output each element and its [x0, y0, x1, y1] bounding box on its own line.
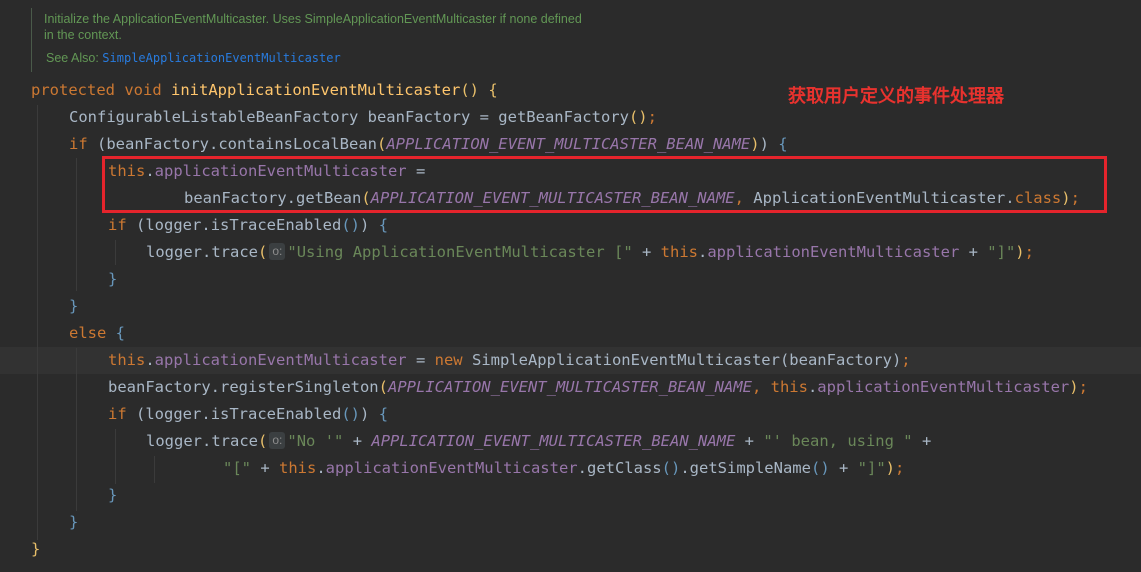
method-call: getSimpleName — [689, 459, 811, 477]
see-also-label: See Also: — [46, 51, 103, 65]
annotation-text: 获取用户定义的事件处理器 — [788, 86, 1004, 107]
doc-gutter-bar — [31, 8, 32, 72]
doc-comment-line-2: in the context. — [44, 28, 122, 42]
indent-guide — [154, 456, 155, 483]
variable: logger — [146, 432, 202, 450]
keyword: new — [434, 351, 463, 369]
method-call: getBeanFactory — [498, 108, 629, 126]
keyword: this — [770, 378, 808, 396]
string-literal: "]" — [987, 243, 1016, 261]
keyword: void — [124, 81, 162, 99]
indent-guide — [76, 348, 77, 511]
doc-see-also: See Also: SimpleApplicationEventMulticas… — [46, 51, 341, 65]
method-call: isTraceEnabled — [210, 216, 342, 234]
keyword: protected — [31, 81, 115, 99]
code-line-bean-factory[interactable]: ConfigurableListableBeanFactory beanFact… — [69, 104, 657, 131]
field: applicationEventMulticaster — [707, 243, 960, 261]
type-name: SimpleApplicationEventMulticaster — [471, 351, 780, 369]
parameter-hint: o: — [269, 243, 286, 260]
field: applicationEventMulticaster — [154, 351, 407, 369]
code-line-if-trace[interactable]: if (logger.isTraceEnabled()) { — [108, 401, 388, 428]
code-line-if-contains[interactable]: if (beanFactory.containsLocalBean(APPLIC… — [69, 131, 788, 158]
code-line-close-brace[interactable]: } — [108, 482, 117, 509]
method-call: isTraceEnabled — [210, 405, 342, 423]
code-line-else[interactable]: else { — [69, 320, 125, 347]
indent-guide — [76, 158, 77, 291]
indent-guide — [37, 105, 38, 540]
constant: APPLICATION_EVENT_MULTICASTER_BEAN_NAME — [371, 432, 736, 450]
field: applicationEventMulticaster — [817, 378, 1070, 396]
method-call: containsLocalBean — [218, 135, 377, 153]
code-line-close-brace[interactable]: } — [31, 536, 40, 563]
keyword: this — [660, 243, 698, 261]
variable: beanFactory — [789, 351, 892, 369]
code-line-if-trace[interactable]: if (logger.isTraceEnabled()) { — [108, 212, 388, 239]
string-literal: "[" — [223, 459, 251, 477]
code-line-logger-trace-no[interactable]: logger.trace(o: "No '" + APPLICATION_EVEN… — [146, 428, 931, 455]
keyword: if — [108, 405, 127, 423]
variable: beanFactory — [367, 108, 471, 126]
method-call: registerSingleton — [220, 378, 379, 396]
constant: APPLICATION_EVENT_MULTICASTER_BEAN_NAME — [387, 378, 752, 396]
keyword: this — [279, 459, 317, 477]
constant: APPLICATION_EVENT_MULTICASTER_BEAN_NAME — [386, 135, 751, 153]
code-line-logger-trace[interactable]: logger.trace(o: "Using ApplicationEventMu… — [146, 239, 1034, 266]
variable: logger — [145, 216, 202, 234]
method-call: trace — [211, 243, 259, 261]
code-line-register-singleton[interactable]: beanFactory.registerSingleton(APPLICATIO… — [108, 374, 1088, 401]
string-literal: "No '" — [287, 432, 344, 450]
code-line-close-brace[interactable]: } — [69, 293, 78, 320]
code-line-get-simple-name[interactable]: "[" + this.applicationEventMulticaster.g… — [223, 455, 904, 482]
keyword: else — [69, 324, 107, 342]
code-line-close-brace[interactable]: } — [108, 266, 117, 293]
indent-guide — [115, 240, 116, 265]
keyword: if — [69, 135, 88, 153]
doc-comment-line-1: Initialize the ApplicationEventMulticast… — [44, 12, 582, 26]
method-call: getClass — [586, 459, 662, 477]
highlight-box — [102, 156, 1107, 213]
code-line-close-brace[interactable]: } — [69, 509, 78, 536]
code-line-method-signature[interactable]: protected void initApplicationEventMulti… — [31, 77, 498, 104]
field: applicationEventMulticaster — [325, 459, 578, 477]
variable: logger — [145, 405, 202, 423]
type-name: ConfigurableListableBeanFactory — [69, 108, 359, 126]
string-literal: "' bean, using " — [763, 432, 913, 450]
parameter-hint: o: — [269, 432, 286, 449]
keyword: this — [108, 351, 146, 369]
variable: beanFactory — [108, 378, 211, 396]
code-editor[interactable]: Initialize the ApplicationEventMulticast… — [0, 0, 1141, 572]
code-line-new-simple[interactable]: this.applicationEventMulticaster = new S… — [108, 347, 911, 374]
string-literal: "Using ApplicationEventMulticaster [" — [287, 243, 633, 261]
indent-guide — [115, 429, 116, 484]
method-call: trace — [211, 432, 259, 450]
string-literal: "]" — [857, 459, 886, 477]
keyword: if — [108, 216, 127, 234]
see-also-link[interactable]: SimpleApplicationEventMulticaster — [102, 51, 340, 65]
variable: beanFactory — [106, 135, 209, 153]
method-name: initApplicationEventMulticaster — [171, 81, 461, 99]
variable: logger — [146, 243, 202, 261]
